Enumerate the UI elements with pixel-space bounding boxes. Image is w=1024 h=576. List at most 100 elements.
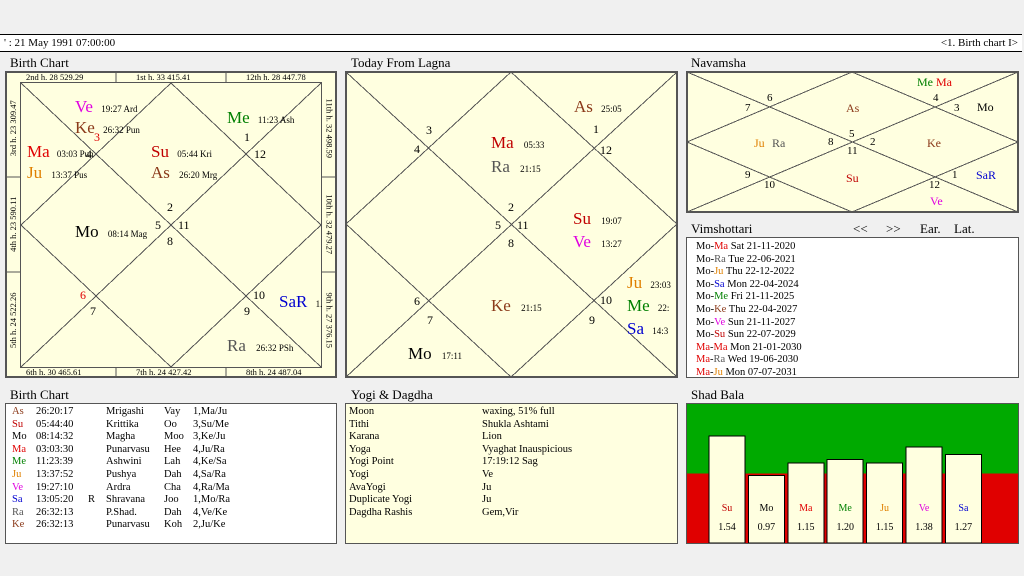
- yogi-key: Moon: [349, 406, 375, 417]
- cell-nakshatra: Krittika: [106, 418, 139, 430]
- table-row: Ma 03:03:30 Punarvasu Hee 4,Ju/Ra: [12, 444, 336, 457]
- cell-nakshatra: Punarvasu: [106, 519, 150, 531]
- yogi-value: Vyaghat Inauspicious: [482, 443, 573, 455]
- house-7-strength: 7th h. 24 427.42: [136, 367, 192, 377]
- list-item[interactable]: Mo-Ve Sun 21-11-2027: [696, 317, 1018, 330]
- sign-number: 11: [517, 218, 529, 232]
- cell-nakshatra: Ardra: [106, 481, 131, 493]
- table-row: Me 11:23:39 Ashwini Lah 4,Ke/Sa: [12, 456, 336, 469]
- cell-pada: 1,Ma/Ju: [193, 406, 228, 417]
- planet-as: As: [846, 101, 860, 115]
- list-item[interactable]: Mo-Su Sun 22-07-2029: [696, 329, 1018, 342]
- vim-next-button[interactable]: >>: [886, 221, 901, 237]
- list-item[interactable]: Mo-Ke Thu 22-04-2027: [696, 304, 1018, 317]
- house-3-strength: 3rd h. 23 309.47: [7, 100, 18, 157]
- planet-su: Su 05:44 Kri: [151, 142, 212, 161]
- list-item[interactable]: Ma-Ra Wed 19-06-2030: [696, 354, 1018, 367]
- sign-number: 7: [427, 313, 433, 327]
- house-8-strength: 8th h. 24 487.04: [246, 367, 302, 377]
- cell-planet: Su: [12, 418, 24, 430]
- table-row: Ra 26:32:13 P.Shad. Dah 4,Ve/Ke: [12, 507, 336, 520]
- table-row: Su 05:44:40 Krittika Oo 3,Su/Me: [12, 419, 336, 432]
- cell-degree: 08:14:32: [36, 431, 74, 443]
- cell-planet: Sa: [12, 494, 23, 506]
- table-row: Duplicate Yogi Ju: [349, 494, 677, 507]
- table-row: Dagdha Rashis Gem,Vir: [349, 507, 677, 520]
- planet-ke: Ke 26:32 Pun: [75, 118, 140, 137]
- cell-nakshatra: Shravana: [106, 494, 146, 506]
- sign-number: 2: [167, 200, 173, 214]
- list-item[interactable]: Mo-Ju Thu 22-12-2022: [696, 266, 1018, 279]
- planet-ke: Ke: [927, 136, 941, 150]
- cell-pada: 1,Mo/Ra: [193, 494, 231, 506]
- cell-pada: 3,Su/Me: [193, 418, 229, 430]
- sign-number: 9: [244, 304, 250, 318]
- table-row: Tithi Shukla Ashtami: [349, 419, 677, 432]
- cell-degree: 26:32:13: [36, 506, 74, 518]
- house-10-strength: 10th h. 32 479.27: [324, 194, 335, 255]
- table-row: Yoga Vyaghat Inauspicious: [349, 444, 677, 457]
- sign-number: 9: [589, 313, 595, 327]
- yogi-key: Yoga: [349, 443, 371, 455]
- sign-number: 2: [508, 200, 514, 214]
- sign-number: 11: [847, 145, 858, 157]
- list-item[interactable]: Mo-Me Fri 21-11-2025: [696, 291, 1018, 304]
- planet-me: Me 11:23 Ash: [227, 108, 295, 127]
- cell-nakshatra: Mrigashi: [106, 406, 144, 417]
- sign-number: 4: [414, 142, 420, 156]
- list-item[interactable]: Ma-Ju Mon 07-07-2031: [696, 367, 1018, 380]
- sign-number: 6: [80, 288, 86, 302]
- house-9-strength: 9th h. 27 376.15: [324, 292, 335, 349]
- planet-ve: Ve: [930, 194, 943, 208]
- sign-number: 12: [600, 143, 612, 157]
- cell-degree: 03:03:30: [36, 443, 74, 455]
- cell-syllable: Vay: [164, 406, 181, 417]
- navamsha-grid: [687, 72, 1018, 212]
- today-chart-panel: 1 12 3 4 2 5 11 8 6 7 10 9 As 25:05 Ma 0…: [345, 71, 678, 378]
- house-1-strength: 1st h. 33 415.41: [136, 72, 191, 82]
- list-item[interactable]: Mo-Ra Tue 22-06-2021: [696, 254, 1018, 267]
- bar-name-label: Mo: [759, 503, 773, 514]
- cell-pada: 3,Ke/Ju: [193, 431, 226, 443]
- sign-number: 10: [253, 288, 265, 302]
- planet-ma: Ma: [936, 75, 952, 89]
- vim-later-button[interactable]: Lat.: [954, 221, 975, 237]
- vim-prev-button[interactable]: <<: [853, 221, 868, 237]
- cell-planet: Ke: [12, 519, 25, 531]
- planet-as: As 25:05: [574, 97, 622, 116]
- bar-value-label: 1.38: [915, 522, 933, 533]
- sign-number: 8: [167, 234, 173, 248]
- sign-number: 1: [244, 130, 250, 144]
- yogi-key: Karana: [349, 431, 380, 443]
- sign-number: 6: [767, 92, 773, 104]
- list-item[interactable]: Mo-Sa Mon 22-04-2024: [696, 279, 1018, 292]
- chart-selector[interactable]: <1. Birth chart I>: [941, 35, 1018, 51]
- house-6-strength: 6th h. 30 465.61: [26, 367, 82, 377]
- cell-pada: 4,Ve/Ke: [193, 506, 228, 518]
- top-bar: ' : 21 May 1991 07:00:00 <1. Birth chart…: [0, 34, 1022, 52]
- vim-earlier-button[interactable]: Ear.: [920, 221, 941, 237]
- yogi-value: Gem,Vir: [482, 506, 519, 518]
- shad-bala-chart: Su 1.54 Mo 0.97 Ma 1.15 Me 1.20 Ju 1.15 Ve 1.38 Sa 1.…: [686, 403, 1019, 544]
- yogi-value: Ju: [482, 481, 492, 493]
- cell-retro: R: [88, 494, 96, 506]
- cell-nakshatra: Ashwini: [106, 456, 142, 468]
- cell-planet: As: [12, 406, 24, 417]
- yogi-key: Yogi: [349, 468, 369, 480]
- sign-number: 2: [870, 136, 876, 148]
- sign-number: 5: [495, 218, 501, 232]
- shad-bala-title: Shad Bala: [691, 387, 745, 402]
- cell-pada: 4,Sa/Ra: [193, 468, 226, 480]
- planet-mo: Mo 08:14 Mag: [75, 222, 148, 241]
- sign-number: 8: [508, 236, 514, 250]
- list-item[interactable]: Mo-Ma Sat 21-11-2020: [696, 241, 1018, 254]
- cell-degree: 26:32:13: [36, 519, 74, 531]
- cell-syllable: Lah: [164, 456, 181, 468]
- yogi-value: Ju: [482, 494, 492, 506]
- bar-name-label: Su: [722, 503, 733, 514]
- cell-planet: Ju: [12, 468, 22, 480]
- table-row: Mo 08:14:32 Magha Moo 3,Ke/Ju: [12, 431, 336, 444]
- yogi-dagdha-table: Moon waxing, 51% full Tithi Shukla Ashtami K…: [345, 403, 678, 544]
- navamsha-title: Navamsha: [691, 55, 746, 70]
- list-item[interactable]: Ma-Ma Mon 21-01-2030: [696, 342, 1018, 355]
